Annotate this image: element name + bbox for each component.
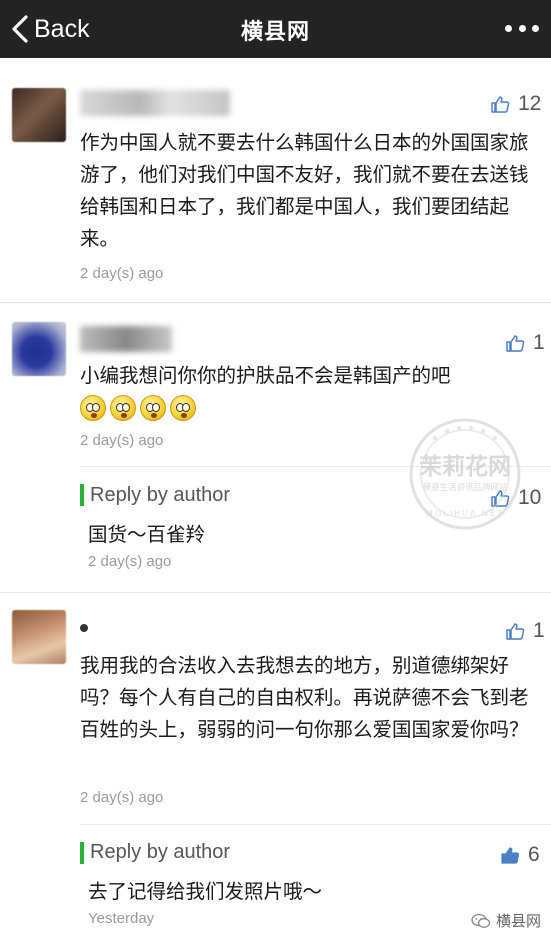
username-blurred bbox=[80, 90, 230, 116]
wechat-icon bbox=[471, 913, 491, 928]
emoji-icon bbox=[170, 395, 196, 421]
avatar[interactable] bbox=[12, 610, 66, 664]
like-count: 1 bbox=[533, 331, 545, 354]
navigation-bar: Back 横县网 bbox=[0, 0, 551, 58]
reply-author-label: Reply by author bbox=[90, 841, 231, 863]
comment-time: 2 day(s) ago bbox=[80, 265, 164, 282]
like-count: 12 bbox=[518, 92, 542, 115]
more-dot-icon bbox=[518, 24, 526, 32]
like-button[interactable]: 6 bbox=[500, 843, 540, 867]
more-dot-icon bbox=[505, 24, 512, 32]
reply-accent-bar bbox=[80, 484, 84, 506]
thumbs-up-icon bbox=[506, 335, 525, 352]
divider bbox=[80, 824, 551, 825]
reply-author-label: Reply by author bbox=[90, 484, 231, 506]
like-count: 6 bbox=[528, 843, 540, 866]
username-dot bbox=[80, 624, 88, 632]
more-dot-icon bbox=[532, 24, 539, 32]
comment-text: 作为中国人就不要去什么韩国什么日本的外国国家旅游了，他们对我们中国不友好，我们就… bbox=[80, 131, 529, 250]
thumbs-up-filled-icon bbox=[501, 847, 520, 864]
like-button[interactable]: 1 bbox=[505, 331, 545, 355]
footer-watermark: 横县网 bbox=[471, 910, 541, 931]
molihua-watermark-logo: 茉莉花网 横县生活资讯品牌网站 MOLIHUA.NET bbox=[409, 418, 521, 530]
divider bbox=[0, 302, 551, 303]
reply-time: Yesterday bbox=[88, 910, 155, 927]
avatar[interactable] bbox=[12, 88, 66, 142]
svg-text:MOLIHUA.NET: MOLIHUA.NET bbox=[426, 509, 504, 518]
divider bbox=[0, 592, 551, 593]
comment-text: 我用我的合法收入去我想去的地方，别道德绑架好吗？每个人有自己的自由权利。再说萨德… bbox=[80, 654, 529, 741]
reply-text: 去了记得给我们发照片哦～ bbox=[88, 880, 323, 903]
svg-text:横县生活资讯品牌网站: 横县生活资讯品牌网站 bbox=[422, 482, 508, 493]
thumbs-up-icon bbox=[506, 623, 525, 640]
reply-accent-bar bbox=[80, 842, 84, 864]
comment-time: 2 day(s) ago bbox=[80, 432, 164, 449]
svg-text:茉莉花网: 茉莉花网 bbox=[419, 453, 511, 480]
reply-time: 2 day(s) ago bbox=[88, 553, 172, 570]
like-button[interactable]: 1 bbox=[505, 619, 545, 643]
comment-text: 小编我想问你你的护肤品不会是韩国产的吧 bbox=[80, 364, 451, 387]
page-title: 横县网 bbox=[240, 20, 310, 45]
emoji-icon bbox=[110, 395, 136, 421]
avatar[interactable] bbox=[12, 322, 66, 376]
emoji-icon bbox=[140, 395, 166, 421]
username-blurred bbox=[80, 326, 172, 352]
reply-text: 国货～百雀羚 bbox=[88, 523, 206, 546]
footer-label: 横县网 bbox=[495, 912, 541, 930]
thumbs-up-icon bbox=[491, 96, 510, 113]
emoji-row bbox=[80, 395, 196, 421]
like-count: 1 bbox=[533, 619, 545, 642]
comment-time: 2 day(s) ago bbox=[80, 789, 164, 806]
emoji-icon bbox=[80, 395, 106, 421]
more-options-button[interactable] bbox=[505, 18, 539, 38]
like-button[interactable]: 12 bbox=[490, 92, 541, 116]
